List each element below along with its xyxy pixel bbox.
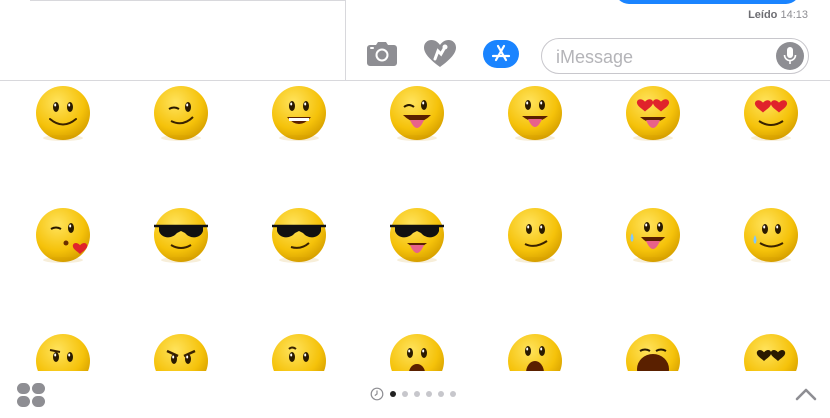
sticker-worried[interactable]: [269, 331, 329, 371]
read-receipt: Leído 14:13: [748, 9, 808, 21]
camera-button[interactable]: [364, 38, 400, 70]
sticker-smile[interactable]: [33, 83, 93, 143]
sunglasses-tongue-face-icon: [390, 208, 444, 263]
scream-face-icon: [508, 334, 562, 371]
app-store-pill: [483, 40, 519, 68]
app-drawer-button[interactable]: [16, 382, 46, 408]
page-dot[interactable]: [414, 391, 420, 397]
worried-face-icon: [272, 334, 326, 371]
page-dot[interactable]: [450, 391, 456, 397]
clock-icon[interactable]: [370, 387, 384, 401]
page-dot[interactable]: [426, 391, 432, 397]
sticker-yawn[interactable]: [623, 331, 683, 371]
heart-eyes-smile-face-icon: [744, 86, 798, 141]
sticker-grid: [0, 81, 830, 371]
smile-face-icon: [36, 86, 90, 141]
page-dot[interactable]: [390, 391, 396, 397]
sticker-confused[interactable]: [33, 331, 93, 371]
digital-touch-button[interactable]: [422, 38, 458, 70]
imessage-input[interactable]: iMessage: [541, 38, 809, 74]
sticker-scream[interactable]: [505, 331, 565, 371]
sticker-tongue-sweat[interactable]: [623, 205, 683, 265]
grin-face-icon: [272, 86, 326, 141]
sticker-sunglasses-tongue[interactable]: [387, 205, 447, 265]
confused-face-icon: [36, 334, 90, 371]
wink-tongue-face-icon: [390, 86, 444, 141]
sticker-heart-eyes-tongue[interactable]: [623, 83, 683, 143]
tear-smile-face-icon: [744, 208, 798, 263]
microphone-button[interactable]: [776, 42, 804, 70]
list-separator: [30, 0, 346, 1]
sticker-shocked[interactable]: [387, 331, 447, 371]
read-time: 14:13: [780, 9, 808, 21]
camera-icon: [367, 42, 397, 66]
angry-face-icon: [154, 334, 208, 371]
microphone-icon: [783, 47, 797, 64]
sticker-angry[interactable]: [151, 331, 211, 371]
sticker-heart-eyes-partial[interactable]: [741, 331, 801, 371]
sticker-kiss-heart[interactable]: [33, 205, 93, 265]
tongue-sweat-face-icon: [626, 208, 680, 263]
app-store-button[interactable]: [483, 38, 519, 70]
tongue-out-face-icon: [508, 86, 562, 141]
sticker-tongue-out[interactable]: [505, 83, 565, 143]
sticker-sunglasses-smirk[interactable]: [269, 205, 329, 265]
page-indicator[interactable]: [370, 387, 456, 401]
sticker-wink-smirk[interactable]: [151, 83, 211, 143]
kiss-heart-face-icon: [36, 208, 90, 263]
compose-toolbar: iMessage: [346, 30, 830, 80]
wink-smirk-face-icon: [154, 86, 208, 141]
sticker-tear-smile[interactable]: [741, 205, 801, 265]
sent-message-bubble[interactable]: [615, 0, 800, 4]
app-drawer-icon: [17, 383, 45, 407]
app-store-icon: [491, 44, 511, 62]
chevron-up-icon: [795, 388, 817, 401]
shocked-face-icon: [390, 334, 444, 371]
sticker-wink-tongue[interactable]: [387, 83, 447, 143]
sticker-smirk[interactable]: [505, 205, 565, 265]
read-status: Leído: [748, 9, 778, 21]
sticker-grin[interactable]: [269, 83, 329, 143]
heart-eyes-partial-face-icon: [744, 334, 798, 371]
sticker-heart-eyes-smile[interactable]: [741, 83, 801, 143]
page-dot[interactable]: [438, 391, 444, 397]
digital-touch-heart-icon: [424, 40, 456, 67]
imessage-placeholder: iMessage: [556, 47, 634, 67]
expand-button[interactable]: [794, 384, 818, 404]
sunglasses-face-icon: [154, 208, 208, 263]
page-dot[interactable]: [402, 391, 408, 397]
sunglasses-smirk-face-icon: [272, 208, 326, 263]
app-drawer-bar: [0, 371, 830, 418]
heart-eyes-tongue-face-icon: [626, 86, 680, 141]
sticker-sunglasses[interactable]: [151, 205, 211, 265]
conversation-list-pane: [0, 0, 346, 80]
yawn-face-icon: [626, 334, 680, 371]
smirk-face-icon: [508, 208, 562, 263]
